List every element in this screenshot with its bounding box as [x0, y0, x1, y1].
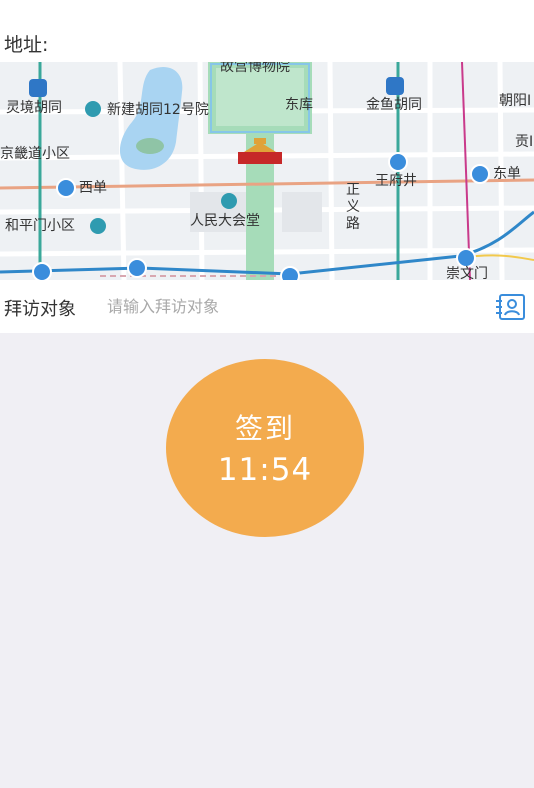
visitor-label: 拜访对象 [4, 299, 76, 320]
map-poi-chongwen: 崇文门 [446, 266, 488, 280]
visitor-input[interactable] [104, 290, 487, 322]
checkin-time: 11:54 [217, 452, 313, 488]
address-row: 地址: [0, 0, 534, 62]
checkin-screen: 地址: 故宫博物院 灵境胡同 新建胡同12号院 东库 金鱼胡同 朝阳I 京畿道小… [0, 0, 534, 788]
map-poi-zhengyi-char-2: 义 [346, 199, 360, 215]
checkin-button[interactable]: 签到 11:54 [166, 359, 364, 537]
contact-card-icon [496, 294, 525, 320]
checkin-label: 签到 [234, 412, 295, 445]
map-poi-jingcang: 京畿道小区 [0, 146, 70, 162]
contact-picker-button[interactable] [494, 293, 526, 321]
address-label: 地址: [4, 34, 49, 56]
map-poi-great-hall: 人民大会堂 [190, 213, 260, 229]
map-poi-palace-museum: 故宫博物院 [220, 62, 290, 75]
map-poi-zhengyi-char-3: 路 [346, 216, 360, 232]
visitor-row: 拜访对象 [0, 280, 534, 333]
map-poi-dongdan: 东单 [493, 166, 521, 182]
map-poi-gong: 贡I [515, 134, 534, 150]
map-view[interactable]: 故宫博物院 灵境胡同 新建胡同12号院 东库 金鱼胡同 朝阳I 京畿道小区 贡I… [0, 62, 534, 280]
map-poi-wangfujing: 王府井 [375, 173, 417, 189]
map-poi-dongku: 东库 [285, 97, 313, 113]
map-poi-zhengyi-char-1: 正 [346, 182, 360, 198]
map-poi-lingjing: 灵境胡同 [6, 100, 62, 116]
map-poi-jinyu: 金鱼胡同 [366, 97, 422, 113]
map-poi-xinjian: 新建胡同12号院 [107, 102, 209, 118]
map-poi-zhengyi-road: 正 义 路 [345, 182, 361, 233]
map-poi-xidan: 西单 [79, 180, 107, 196]
map-canvas [0, 62, 534, 280]
map-poi-heping: 和平门小区 [5, 218, 75, 234]
map-poi-chaoyang: 朝阳I [499, 93, 532, 109]
